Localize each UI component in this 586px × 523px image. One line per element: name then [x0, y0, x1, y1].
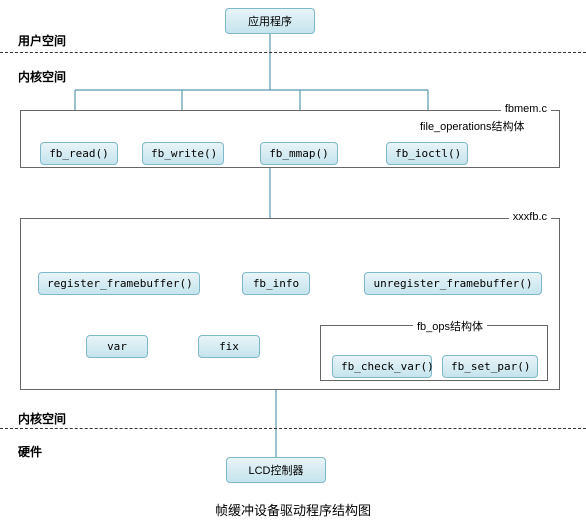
node-fix: fix	[198, 335, 260, 358]
label-file-ops-struct: file_operations结构体	[420, 118, 525, 134]
divider-1	[0, 52, 586, 53]
node-unregister-framebuffer: unregister_framebuffer()	[364, 272, 542, 295]
label-hardware: 硬件	[18, 443, 42, 460]
node-fb-write: fb_write()	[142, 142, 224, 165]
node-fb-mmap: fb_mmap()	[260, 142, 338, 165]
label-user-space: 用户空间	[18, 32, 66, 49]
node-fb-ioctl: fb_ioctl()	[386, 142, 468, 165]
label-xxxfb-file: xxxfb.c	[509, 211, 551, 223]
label-fbmem-file: fbmem.c	[501, 103, 551, 115]
label-fb-ops-struct: fb_ops结构体	[413, 318, 487, 334]
node-register-framebuffer: register_framebuffer()	[38, 272, 200, 295]
node-var: var	[86, 335, 148, 358]
node-app: 应用程序	[225, 8, 315, 34]
node-lcd-controller: LCD控制器	[226, 457, 326, 483]
node-fb-info: fb_info	[242, 272, 310, 295]
node-fb-read: fb_read()	[40, 142, 118, 165]
divider-2	[0, 428, 586, 429]
node-fb-set-par: fb_set_par()	[442, 355, 538, 378]
caption: 帧缓冲设备驱动程序结构图	[0, 500, 586, 519]
node-fb-check-var: fb_check_var()	[332, 355, 432, 378]
label-kernel-space: 内核空间	[18, 68, 66, 85]
label-kernel-space-2: 内核空间	[18, 410, 66, 427]
